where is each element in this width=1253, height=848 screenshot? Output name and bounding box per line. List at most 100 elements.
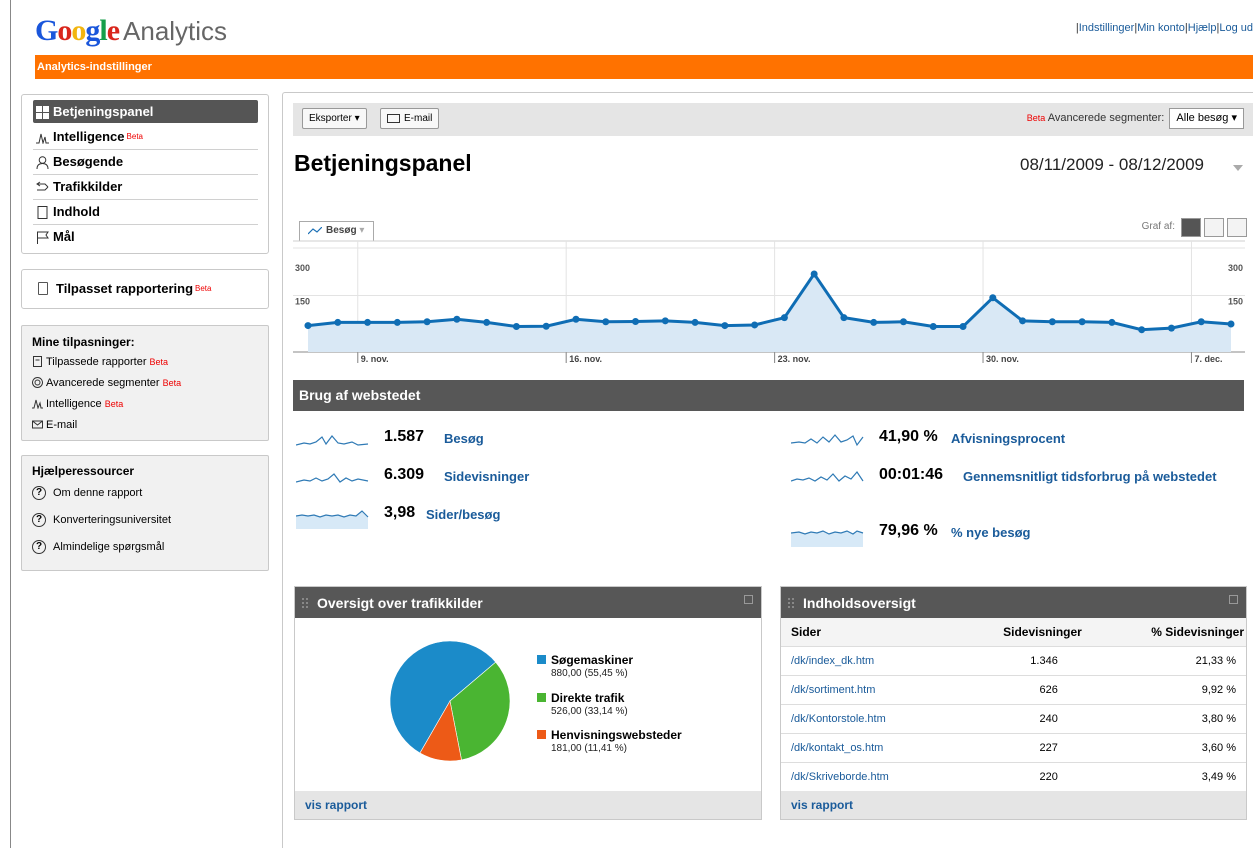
custom-reports-link[interactable]: Tilpassede rapporter Beta bbox=[32, 353, 268, 374]
chart-data-point[interactable] bbox=[364, 318, 372, 326]
sidebar-item-goals[interactable]: Mål bbox=[33, 225, 258, 250]
column-pages[interactable]: Sider bbox=[781, 618, 950, 647]
chart-data-point[interactable] bbox=[691, 318, 699, 326]
metric-label[interactable]: Gennemsnitligt tidsforbrug på webstedet bbox=[963, 469, 1253, 485]
content-view-report[interactable]: vis rapport bbox=[781, 791, 1246, 819]
sidebar-item-visitors[interactable]: Besøgende bbox=[33, 150, 258, 175]
link-my-account[interactable]: Min konto bbox=[1137, 22, 1185, 34]
chart-data-point[interactable] bbox=[929, 323, 937, 331]
metric-label[interactable]: Afvisningsprocent bbox=[951, 431, 1065, 446]
chevron-down-icon: ▾ bbox=[1231, 112, 1237, 124]
page-cell: /dk/kontakt_os.htm bbox=[781, 733, 950, 763]
graph-by-label: Graf af: bbox=[1141, 221, 1175, 232]
page-link[interactable]: /dk/Skriveborde.htm bbox=[791, 771, 889, 783]
chart-data-point[interactable] bbox=[542, 322, 550, 330]
link-logout[interactable]: Log ud bbox=[1219, 22, 1253, 34]
help-faq[interactable]: ? Almindelige spørgsmål bbox=[32, 536, 268, 563]
drag-handle-icon[interactable] bbox=[302, 598, 308, 608]
date-range-picker[interactable]: 08/11/2009 - 08/12/2009 bbox=[1020, 155, 1204, 175]
sidebar-item-content[interactable]: Indhold bbox=[33, 200, 258, 225]
chart-data-point[interactable] bbox=[1167, 324, 1175, 332]
chart-data-point[interactable] bbox=[780, 314, 788, 322]
help-about-report[interactable]: ? Om denne rapport bbox=[32, 482, 268, 509]
help-conversion-university[interactable]: ? Konverteringsuniversitet bbox=[32, 509, 268, 536]
settings-bar[interactable]: Analytics-indstillinger bbox=[35, 55, 1253, 79]
page-link[interactable]: /dk/sortiment.htm bbox=[791, 684, 875, 696]
page-cell: /dk/Kontorstole.htm bbox=[781, 704, 950, 734]
chart-data-point[interactable] bbox=[959, 323, 967, 331]
chart-data-point[interactable] bbox=[393, 318, 401, 326]
legend-name: Direkte trafik bbox=[551, 691, 625, 705]
chart-data-point[interactable] bbox=[870, 318, 878, 326]
link-settings[interactable]: Indstillinger bbox=[1079, 22, 1135, 34]
chart-data-point[interactable] bbox=[512, 323, 520, 331]
view-report-link[interactable]: vis rapport bbox=[305, 798, 367, 812]
column-pageviews[interactable]: Sidevisninger bbox=[949, 618, 1098, 647]
chart-data-point[interactable] bbox=[304, 322, 312, 330]
chart-data-point[interactable] bbox=[602, 318, 610, 326]
chart-data-point[interactable] bbox=[334, 318, 342, 326]
sparkline bbox=[296, 510, 369, 529]
metric-label[interactable]: Sider/besøg bbox=[426, 507, 500, 522]
report-icon bbox=[33, 356, 42, 367]
intelligence-link[interactable]: Intelligence Beta bbox=[32, 395, 268, 416]
chart-data-point[interactable] bbox=[1197, 318, 1205, 326]
pageviews-cell: 1.346 bbox=[949, 646, 1098, 676]
chart-data-point[interactable] bbox=[632, 317, 640, 325]
column-pageviews-pct[interactable]: % Sidevisninger bbox=[1097, 618, 1246, 647]
sidebar-item-intelligence[interactable]: Intelligence Beta bbox=[33, 125, 258, 150]
page-link[interactable]: /dk/kontakt_os.htm bbox=[791, 742, 883, 754]
traffic-view-report[interactable]: vis rapport bbox=[295, 791, 761, 819]
close-icon[interactable] bbox=[1229, 595, 1238, 604]
date-range-dropdown-arrow[interactable] bbox=[1233, 165, 1243, 171]
drag-handle-icon[interactable] bbox=[788, 598, 794, 608]
chart-data-point[interactable] bbox=[1138, 326, 1146, 334]
custom-reporting-link[interactable]: Tilpasset rapportering Beta bbox=[21, 269, 269, 309]
view-week-button[interactable] bbox=[1204, 218, 1224, 237]
segments-select[interactable]: Alle besøg ▾ bbox=[1169, 108, 1244, 129]
link-help[interactable]: Hjælp bbox=[1188, 22, 1217, 34]
content-overview-header[interactable]: Indholdsoversigt bbox=[781, 587, 1246, 618]
email-button[interactable]: E-mail bbox=[380, 108, 440, 129]
chart-data-point[interactable] bbox=[453, 315, 461, 323]
chart-data-point[interactable] bbox=[989, 294, 997, 302]
metric-label[interactable]: Besøg bbox=[444, 431, 484, 446]
view-month-button[interactable] bbox=[1227, 218, 1247, 237]
chart-data-point[interactable] bbox=[423, 318, 431, 326]
chart-data-point[interactable] bbox=[1019, 317, 1027, 325]
intelligence-label: Intelligence bbox=[46, 398, 102, 410]
chart-data-point[interactable] bbox=[1078, 318, 1086, 326]
chart-data-point[interactable] bbox=[1227, 320, 1235, 328]
view-day-button[interactable] bbox=[1181, 218, 1201, 237]
chart-data-point[interactable] bbox=[810, 270, 818, 278]
chart-data-point[interactable] bbox=[483, 318, 491, 326]
chart-data-point[interactable] bbox=[840, 314, 848, 322]
metric-label[interactable]: Sidevisninger bbox=[444, 469, 529, 484]
advanced-segments-link[interactable]: Avancerede segmenter Beta bbox=[32, 374, 268, 395]
chart-data-point[interactable] bbox=[572, 315, 580, 323]
google-analytics-logo[interactable]: Google Analytics bbox=[35, 14, 227, 50]
chart-data-point[interactable] bbox=[751, 321, 759, 329]
chart-data-point[interactable] bbox=[899, 318, 907, 326]
visitor-icon bbox=[36, 156, 49, 169]
chart-data-point[interactable] bbox=[661, 317, 669, 325]
page-link[interactable]: /dk/index_dk.htm bbox=[791, 655, 874, 667]
traffic-sources-header[interactable]: Oversigt over trafikkilder bbox=[295, 587, 761, 618]
legend-value: 181,00 (11,41 %) bbox=[551, 743, 627, 754]
metric-label[interactable]: % nye besøg bbox=[951, 525, 1030, 540]
page-link[interactable]: /dk/Kontorstole.htm bbox=[791, 713, 886, 725]
email-link[interactable]: E-mail bbox=[32, 416, 268, 437]
close-icon[interactable] bbox=[744, 595, 753, 604]
chart-metric-selector[interactable]: Besøg ▾ bbox=[299, 221, 374, 241]
view-report-link[interactable]: vis rapport bbox=[791, 798, 853, 812]
chart-data-point[interactable] bbox=[721, 322, 729, 330]
traffic-sources-overview: Oversigt over trafikkilder Søgemaskiner 8… bbox=[294, 586, 762, 820]
sparkline bbox=[791, 434, 864, 447]
sidebar-item-traffic-sources[interactable]: Trafikkilder bbox=[33, 175, 258, 200]
sidebar-item-dashboard[interactable]: Betjeningspanel bbox=[33, 100, 258, 123]
top-links: |Indstillinger|Min konto|Hjælp|Log ud bbox=[1075, 22, 1253, 34]
chart-data-point[interactable] bbox=[1108, 318, 1116, 326]
chart-data-point[interactable] bbox=[1048, 318, 1056, 326]
table-row: /dk/Skriveborde.htm 220 3,49 % bbox=[781, 762, 1246, 792]
export-button[interactable]: Eksporter ▾ bbox=[302, 108, 367, 129]
